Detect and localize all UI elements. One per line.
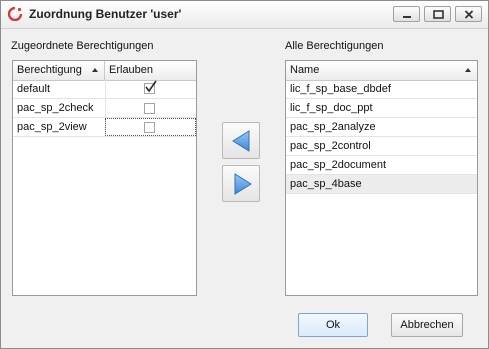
column-header-erlauben[interactable]: Erlauben [105, 61, 196, 80]
permission-name: default [17, 83, 51, 95]
arrow-right-icon [234, 173, 252, 195]
window-title: Zuordnung Benutzer 'user' [29, 7, 182, 21]
column-header-label: Erlauben [109, 64, 154, 76]
column-header-label: Name [290, 64, 320, 76]
list-item[interactable]: pac_sp_2control [286, 137, 477, 156]
column-header-name[interactable]: Name [286, 61, 477, 80]
grid-header: Name [286, 61, 477, 81]
cancel-button[interactable]: Abbrechen [391, 313, 463, 337]
permission-name: pac_sp_2control [290, 140, 371, 152]
checkmark-icon [145, 80, 157, 93]
allow-checkbox[interactable] [144, 80, 157, 94]
list-item[interactable]: pac_sp_2document [286, 156, 477, 175]
move-left-button[interactable] [222, 122, 260, 159]
permission-name: pac_sp_2check [17, 102, 94, 114]
close-button[interactable] [455, 6, 482, 22]
list-item[interactable]: lic_f_sp_doc_ppt [286, 99, 477, 118]
minimize-button[interactable] [393, 6, 420, 22]
move-right-button[interactable] [222, 165, 260, 202]
assigned-permissions-grid[interactable]: Berechtigung Erlauben default pac_sp_2ch… [12, 60, 197, 296]
table-row[interactable]: pac_sp_2check [13, 99, 196, 118]
allow-checkbox[interactable] [144, 122, 155, 133]
list-item[interactable]: pac_sp_2analyze [286, 118, 477, 137]
minimize-icon [403, 16, 411, 18]
list-item[interactable]: pac_sp_4base [286, 175, 477, 194]
arrow-left-icon [232, 130, 250, 152]
all-permissions-grid[interactable]: Name lic_f_sp_base_dbdef lic_f_sp_doc_pp… [285, 60, 478, 296]
grid-header: Berechtigung Erlauben [13, 61, 196, 81]
sort-ascending-icon [465, 68, 471, 72]
allow-checkbox[interactable] [144, 103, 155, 114]
permission-name: pac_sp_2document [290, 159, 387, 171]
permission-name: lic_f_sp_base_dbdef [290, 83, 391, 95]
title-bar[interactable]: Zuordnung Benutzer 'user' [1, 1, 488, 29]
table-row[interactable]: default [13, 80, 196, 99]
app-logo-icon [8, 7, 22, 21]
column-header-label: Berechtigung [17, 64, 82, 76]
column-header-berechtigung[interactable]: Berechtigung [13, 61, 105, 80]
close-icon [464, 10, 474, 19]
sort-ascending-icon [92, 68, 98, 72]
assigned-permissions-label: Zugeordnete Berechtigungen [11, 40, 154, 52]
permission-name: pac_sp_2analyze [290, 121, 376, 133]
dialog-window: Zuordnung Benutzer 'user' Zugeordnete Be… [0, 0, 489, 349]
all-permissions-label: Alle Berechtigungen [285, 40, 384, 52]
table-row[interactable]: pac_sp_2view [13, 118, 196, 137]
permission-name: pac_sp_4base [290, 178, 362, 190]
maximize-icon [433, 10, 444, 19]
permission-name: lic_f_sp_doc_ppt [290, 102, 373, 114]
list-item[interactable]: lic_f_sp_base_dbdef [286, 80, 477, 99]
ok-button[interactable]: Ok [298, 313, 368, 337]
maximize-button[interactable] [424, 6, 451, 22]
permission-name: pac_sp_2view [17, 121, 87, 133]
